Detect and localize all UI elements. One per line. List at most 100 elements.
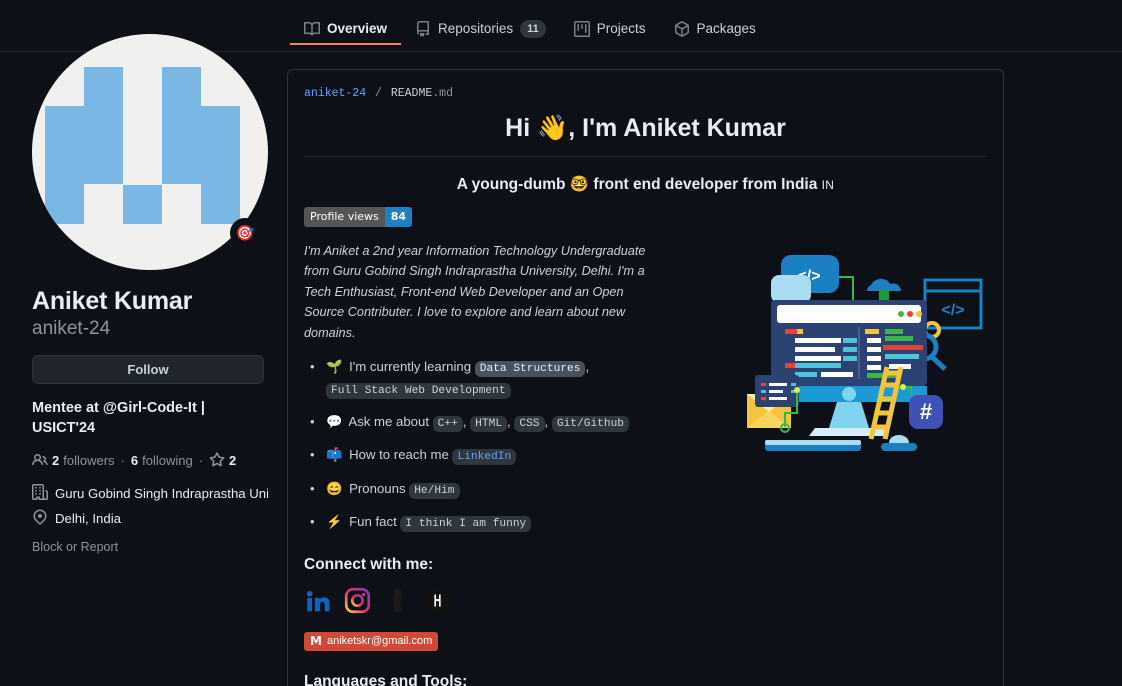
chip-git-github[interactable]: Git/Github xyxy=(551,416,630,433)
people-icon xyxy=(32,452,48,468)
subtitle-post: front end developer from India xyxy=(589,175,822,193)
status-emoji: 🎯 xyxy=(235,224,255,242)
followers-count[interactable]: 2 xyxy=(52,453,59,468)
web-development-illustration: </> </> # xyxy=(739,247,983,455)
readme-title: Hi 👋, I'm Aniket Kumar xyxy=(304,112,987,157)
connect-heading: Connect with me: xyxy=(304,555,434,573)
chip-separator: , xyxy=(462,414,467,430)
follow-button[interactable]: Follow xyxy=(32,355,264,384)
profile-views-count: 84 xyxy=(384,206,413,227)
location-icon xyxy=(32,509,48,528)
profile-bio: Mentee at @Girl-Code-It | USICT'24 xyxy=(32,400,205,436)
chip-fun-fact[interactable]: I think I am funny xyxy=(400,516,532,533)
social-links-row xyxy=(304,586,987,619)
profile-sidebar: 🎯 Aniket Kumar aniket-24 Follow Mentee a… xyxy=(32,34,268,554)
profile-meta-list: Guru Gobind Singh Indraprastha Univer… D… xyxy=(32,484,268,528)
profile-username: aniket-24 xyxy=(32,318,111,340)
seedling-emoji: 🌱 xyxy=(326,359,343,375)
fact-text: Ask me about xyxy=(348,414,429,430)
chip-pronouns[interactable]: He/Him xyxy=(409,482,460,499)
location-row: Delhi, India xyxy=(32,509,268,528)
tab-repositories-label: Repositories xyxy=(438,21,514,36)
chip-data-structures[interactable]: Data Structures xyxy=(474,361,586,378)
zap-emoji: ⚡ xyxy=(326,514,343,530)
following-label[interactable]: following xyxy=(142,453,193,468)
avatar-wrapper: 🎯 xyxy=(32,34,268,270)
list-item: ⚡ Fun fact I think I am funny xyxy=(304,512,664,533)
linkedin-icon[interactable] xyxy=(304,587,331,619)
list-item: 😄 Pronouns He/Him xyxy=(304,479,664,500)
svg-text:</>: </> xyxy=(941,302,964,319)
subtitle-pre: A young-dumb xyxy=(456,175,570,193)
title-post: , I'm Aniket Kumar xyxy=(568,114,786,142)
tab-packages[interactable]: Packages xyxy=(660,0,770,45)
profile-views-badge: Profile views 84 xyxy=(304,206,413,227)
repositories-count: 11 xyxy=(520,19,546,38)
block-or-report-link[interactable]: Block or Report xyxy=(32,540,268,554)
profile-views-label: Profile views xyxy=(304,206,385,227)
tab-overview[interactable]: Overview xyxy=(290,0,402,45)
organization-icon xyxy=(32,484,48,503)
nerd-face-emoji: 🤓 xyxy=(569,175,590,193)
list-item: 🌱 I'm currently learning Data Structures… xyxy=(304,357,664,400)
tab-overview-label: Overview xyxy=(327,21,388,36)
package-icon xyxy=(674,20,690,37)
readme-body: </> </> # I'm Aniket a 2nd year Informat… xyxy=(304,241,987,686)
tools-heading: Languages and Tools: xyxy=(304,672,468,686)
codechef-icon[interactable] xyxy=(384,587,411,619)
stat-separator-2: · xyxy=(198,452,204,468)
breadcrumb: aniket-24 / README.md xyxy=(304,87,987,100)
chip-separator: , xyxy=(544,414,549,430)
status-emoji-badge[interactable]: 🎯 xyxy=(230,218,260,248)
gmail-icon: M xyxy=(310,634,322,649)
chip-separator: , xyxy=(585,359,590,375)
wave-emoji: 👋 xyxy=(537,114,569,142)
book-icon xyxy=(304,21,320,37)
tab-repositories[interactable]: Repositories 11 xyxy=(401,0,560,45)
instagram-icon[interactable] xyxy=(344,587,371,619)
breadcrumb-ext: .md xyxy=(432,87,453,100)
tab-packages-label: Packages xyxy=(696,21,756,36)
profile-fullname: Aniket Kumar xyxy=(32,287,193,315)
location-label: Delhi, India xyxy=(55,511,121,527)
list-item: 💬 Ask me about C++, HTML, CSS, Git/Githu… xyxy=(304,412,664,433)
readme-panel: aniket-24 / README.md Hi 👋, I'm Aniket K… xyxy=(287,69,1004,686)
gmail-badge[interactable]: M aniketskr@gmail.com xyxy=(304,631,439,651)
organization-row: Guru Gobind Singh Indraprastha Univer… xyxy=(32,484,268,503)
facts-list: 🌱 I'm currently learning Data Structures… xyxy=(304,357,664,533)
fact-text: Fun fact xyxy=(349,514,397,530)
intro-paragraph: I'm Aniket a 2nd year Information Techno… xyxy=(304,243,646,340)
tab-projects-label: Projects xyxy=(596,21,646,36)
hackerrank-icon[interactable] xyxy=(424,586,451,619)
tab-projects[interactable]: Projects xyxy=(560,0,660,45)
gmail-label: aniketskr@gmail.com xyxy=(326,635,433,648)
chip-css[interactable]: CSS xyxy=(514,416,545,433)
stars-count[interactable]: 2 xyxy=(229,453,236,468)
stat-separator-1: · xyxy=(120,452,125,468)
organization-label[interactable]: Guru Gobind Singh Indraprastha Univer… xyxy=(55,486,268,501)
star-icon xyxy=(209,452,225,468)
list-item: 📫 How to reach me LinkedIn xyxy=(304,445,664,466)
repo-icon xyxy=(415,20,431,37)
chip-html[interactable]: HTML xyxy=(470,416,508,433)
follow-stats: 2 followers · 6 following · 2 xyxy=(32,452,268,468)
project-icon xyxy=(573,20,590,37)
mailbox-emoji: 📫 xyxy=(326,447,343,463)
chip-linkedin[interactable]: LinkedIn xyxy=(452,449,517,466)
breadcrumb-owner[interactable]: aniket-24 xyxy=(304,87,366,100)
svg-text:#: # xyxy=(920,399,932,424)
india-flag-icon: IN xyxy=(821,177,835,192)
speech-balloon-emoji: 💬 xyxy=(326,414,343,430)
breadcrumb-file[interactable]: README.md xyxy=(391,87,453,100)
followers-label[interactable]: followers xyxy=(63,453,114,468)
chip-cpp[interactable]: C++ xyxy=(432,416,463,433)
breadcrumb-separator: / xyxy=(375,87,382,100)
following-count[interactable]: 6 xyxy=(131,453,138,468)
fact-text: I'm currently learning xyxy=(349,359,472,375)
readme-subtitle: A young-dumb 🤓 front end developer from … xyxy=(304,175,987,194)
chip-separator: , xyxy=(507,414,511,430)
chip-full-stack[interactable]: Full Stack Web Development xyxy=(326,382,511,399)
title-pre: Hi xyxy=(505,114,538,142)
fact-text: How to reach me xyxy=(349,447,449,463)
grinning-face-emoji: 😄 xyxy=(326,480,343,496)
